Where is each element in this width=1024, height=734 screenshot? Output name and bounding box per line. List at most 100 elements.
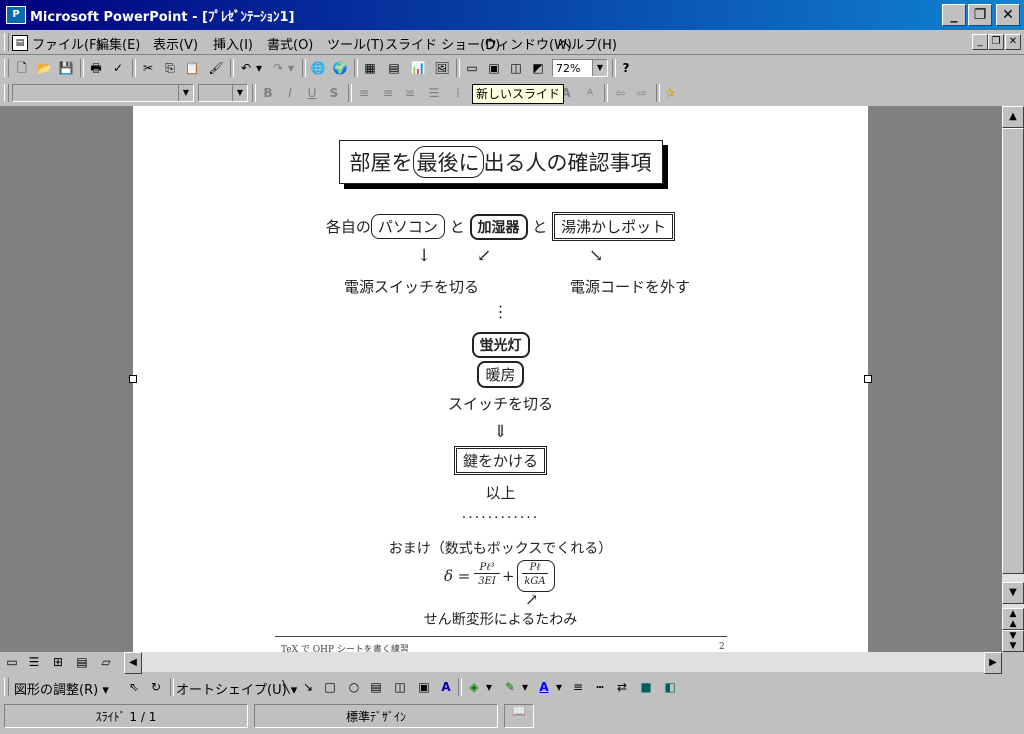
font-color-dropdown-icon[interactable]: ▾: [554, 677, 564, 697]
doc-close-button[interactable]: ✕: [1005, 34, 1021, 50]
wordart-icon[interactable]: ◫: [390, 677, 410, 697]
menu-format[interactable]: 書式(O): [267, 34, 313, 53]
minimize-button[interactable]: _: [942, 4, 966, 26]
redo-dropdown-icon[interactable]: ▾: [286, 58, 296, 78]
line-icon[interactable]: ╲: [276, 677, 296, 697]
resize-handle-right[interactable]: [864, 375, 872, 383]
resize-handle-left[interactable]: [129, 375, 137, 383]
scroll-right-icon[interactable]: ▶: [984, 652, 1002, 674]
align-right-icon[interactable]: ≡: [400, 83, 420, 103]
animation-effects-icon[interactable]: ✰: [660, 83, 680, 103]
toolbar-grip[interactable]: [4, 678, 9, 696]
chevron-down-icon[interactable]: ▼: [592, 60, 607, 76]
shadow-icon[interactable]: S: [324, 83, 344, 103]
normal-view-icon[interactable]: ▭: [2, 652, 22, 672]
help-icon[interactable]: ?: [616, 58, 636, 78]
black-and-white-icon[interactable]: ◩: [528, 58, 548, 78]
doc-minimize-button[interactable]: _: [972, 34, 988, 50]
undo-icon[interactable]: ↶: [236, 58, 256, 78]
font-select[interactable]: ▼: [12, 84, 194, 102]
close-button[interactable]: ✕: [996, 4, 1020, 26]
font-color-icon[interactable]: A: [534, 677, 554, 697]
fill-color-icon[interactable]: ◈: [464, 677, 484, 697]
hyperlink-icon[interactable]: 🌐: [308, 58, 328, 78]
insert-picture-icon[interactable]: ▣: [414, 677, 434, 697]
arrow-icon[interactable]: ↘: [298, 677, 318, 697]
menu-view[interactable]: 表示(V): [153, 34, 198, 53]
decrease-font-icon[interactable]: A: [580, 83, 600, 103]
menu-help[interactable]: ヘルプ(H): [558, 34, 617, 53]
chevron-down-icon[interactable]: ▼: [232, 85, 247, 101]
menu-edit[interactable]: 編集(E): [96, 34, 140, 53]
vertical-scrollbar[interactable]: ▲ ▼ ▲ ▲ ▼ ▼: [1002, 106, 1024, 652]
promote-icon[interactable]: ⇦: [610, 83, 630, 103]
format-painter-icon[interactable]: 🖌: [206, 58, 226, 78]
select-arrow-icon[interactable]: ⇖: [124, 677, 144, 697]
menu-insert[interactable]: 挿入(I): [213, 34, 253, 53]
insert-table-icon[interactable]: ▦: [360, 58, 380, 78]
undo-dropdown-icon[interactable]: ▾: [254, 58, 264, 78]
restore-button[interactable]: ❐: [968, 4, 992, 26]
outline-view-icon[interactable]: ☰: [24, 652, 44, 672]
powerpoint-app-icon[interactable]: P: [6, 6, 26, 24]
line-color-icon[interactable]: ✎: [500, 677, 520, 697]
toolbar-grip[interactable]: [4, 59, 9, 77]
3d-icon[interactable]: ◧: [660, 677, 680, 697]
line-style-icon[interactable]: ≡: [568, 677, 588, 697]
scroll-left-icon[interactable]: ◀: [124, 652, 142, 674]
arrow-style-icon[interactable]: ⇄: [612, 677, 632, 697]
toolbar-grip[interactable]: [4, 84, 9, 102]
save-icon[interactable]: 💾: [56, 58, 76, 78]
redo-icon[interactable]: ↷: [268, 58, 288, 78]
horizontal-scrollbar[interactable]: ◀ ▶: [124, 652, 1002, 674]
new-icon[interactable]: 🗋: [12, 58, 32, 78]
previous-slide-icon[interactable]: ▲ ▲: [1002, 608, 1024, 630]
document-icon[interactable]: ▤: [12, 35, 28, 51]
slide-layout-icon[interactable]: ▣: [484, 58, 504, 78]
spelling-status-icon[interactable]: 📖: [504, 704, 534, 728]
open-icon[interactable]: 📂: [34, 58, 54, 78]
insert-chart-icon[interactable]: 📊: [408, 58, 428, 78]
slide[interactable]: 部屋を 最後に 出る人の確認事項 各自の パソコン と 加湿器 と 湯沸かしポット ↓…: [133, 106, 868, 652]
paste-icon[interactable]: 📋: [182, 58, 202, 78]
line-color-dropdown-icon[interactable]: ▾: [520, 677, 530, 697]
font-size-select[interactable]: ▼: [198, 84, 248, 102]
print-icon[interactable]: 🖶: [86, 58, 106, 78]
align-center-icon[interactable]: ≡: [378, 83, 398, 103]
demote-icon[interactable]: ⇨: [632, 83, 652, 103]
oval-icon[interactable]: ○: [344, 677, 364, 697]
numbering-icon[interactable]: ☰: [424, 83, 444, 103]
notes-view-icon[interactable]: ▤: [72, 652, 92, 672]
dash-style-icon[interactable]: ┅: [590, 677, 610, 697]
slide-sorter-view-icon[interactable]: ⊞: [48, 652, 68, 672]
textbox-icon[interactable]: ▤: [366, 677, 386, 697]
bullets-icon[interactable]: ⁞: [448, 83, 468, 103]
fill-dropdown-icon[interactable]: ▾: [484, 677, 494, 697]
new-slide-icon[interactable]: ▭: [462, 58, 482, 78]
zoom-select[interactable]: 72% ▼: [552, 59, 608, 77]
cut-icon[interactable]: ✂: [138, 58, 158, 78]
scroll-up-icon[interactable]: ▲: [1002, 106, 1024, 128]
menu-slideshow[interactable]: スライド ショー(D): [385, 34, 500, 53]
menu-file[interactable]: ファイル(F): [32, 34, 102, 53]
insert-clipart-icon[interactable]: 🖼: [432, 58, 452, 78]
web-toolbar-icon[interactable]: 🌍: [330, 58, 350, 78]
slideshow-view-icon[interactable]: ▱: [96, 652, 116, 672]
apply-design-icon[interactable]: ◫: [506, 58, 526, 78]
scroll-thumb[interactable]: [1002, 128, 1024, 574]
copy-icon[interactable]: ⎘: [160, 58, 180, 78]
spellcheck-icon[interactable]: ✓: [108, 58, 128, 78]
bold-icon[interactable]: B: [258, 83, 278, 103]
chevron-down-icon[interactable]: ▼: [178, 85, 193, 101]
next-slide-icon[interactable]: ▼ ▼: [1002, 630, 1024, 652]
underline-icon[interactable]: U: [302, 83, 322, 103]
clipart-icon[interactable]: A: [436, 677, 456, 697]
insert-word-table-icon[interactable]: ▤: [384, 58, 404, 78]
menubar-grip[interactable]: [4, 33, 9, 51]
menu-tools[interactable]: ツール(T): [327, 34, 384, 53]
scroll-down-icon[interactable]: ▼: [1002, 582, 1024, 604]
align-left-icon[interactable]: ≡: [354, 83, 374, 103]
italic-icon[interactable]: I: [280, 83, 300, 103]
free-rotate-icon[interactable]: ↻: [146, 677, 166, 697]
doc-restore-button[interactable]: ❐: [988, 34, 1004, 50]
